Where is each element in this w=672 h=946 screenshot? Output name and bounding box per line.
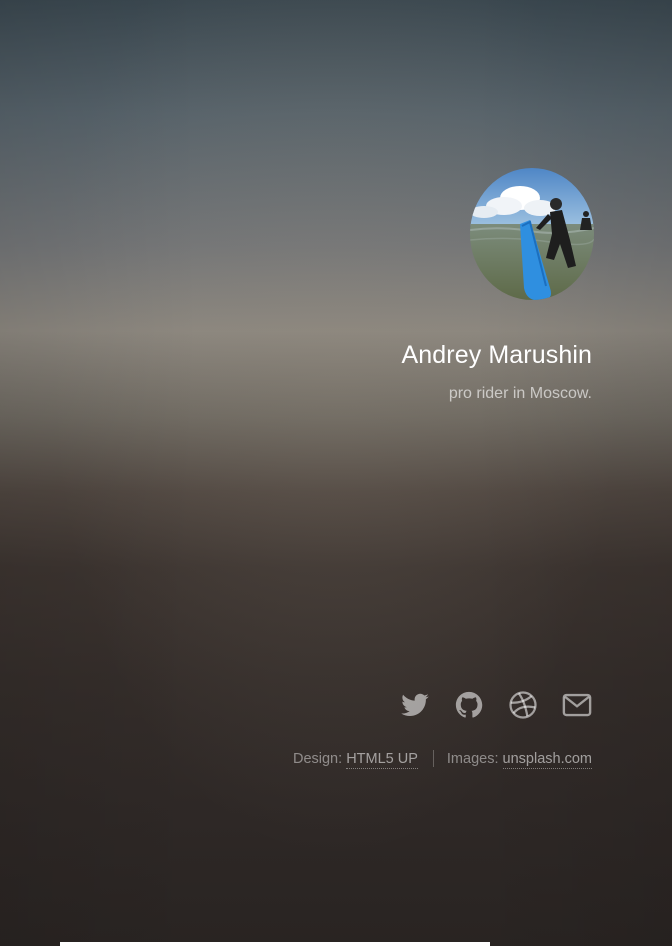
design-credit: Design: HTML5 UP [292, 750, 418, 769]
images-credit-link[interactable]: unsplash.com [502, 750, 592, 769]
design-credit-label: Design: [292, 750, 343, 767]
profile-block: Andrey Marushin pro rider in Moscow. [401, 168, 594, 404]
design-credit-link[interactable]: HTML5 UP [346, 750, 418, 769]
avatar [470, 168, 594, 300]
bottom-edge-bar [60, 942, 490, 946]
credits-divider [432, 750, 434, 767]
background-gradient [0, 0, 672, 946]
profile-tagline: pro rider in Moscow. [448, 385, 592, 402]
images-credit: Images: unsplash.com [446, 750, 592, 769]
profile-name: Andrey Marushin [401, 341, 592, 369]
github-icon[interactable] [454, 690, 484, 720]
twitter-icon[interactable] [400, 690, 430, 720]
envelope-icon[interactable] [562, 690, 592, 720]
images-credit-label: Images: [446, 750, 499, 767]
social-links [400, 690, 592, 720]
footer-credits: Design: HTML5 UP Images: unsplash.com [292, 750, 592, 769]
dribbble-icon[interactable] [508, 690, 538, 720]
